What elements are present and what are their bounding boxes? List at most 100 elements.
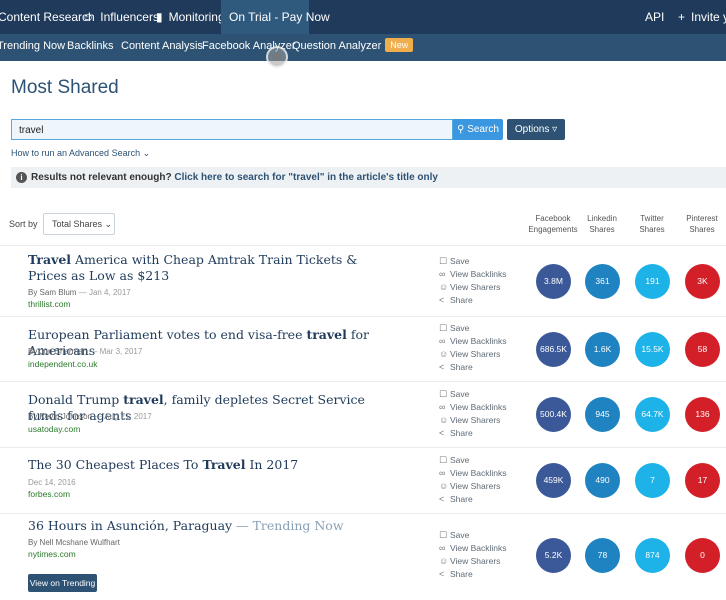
share-action[interactable]: < Share <box>439 294 507 307</box>
linkedin-shares-count[interactable]: 361 <box>585 264 620 299</box>
twitter-shares-count[interactable]: 191 <box>635 264 670 299</box>
view-backlinks-action[interactable]: ∞ View Backlinks <box>439 268 507 281</box>
linkedin-shares-count[interactable]: 490 <box>585 463 620 498</box>
nav-on-trial[interactable]: On Trial - Pay Now <box>221 0 330 34</box>
subnav-question-analyzer[interactable]: Question Analyzer New <box>292 34 414 61</box>
new-badge: New <box>385 38 414 52</box>
article-domain[interactable]: thrillist.com <box>28 299 71 309</box>
column-header-pinterest[interactable]: Pinterest Shares <box>677 213 726 235</box>
column-header-linkedin-line2: Shares <box>589 225 615 234</box>
share-action[interactable]: < Share <box>439 568 507 581</box>
article-byline: By Nell Mcshane Wulfhart <box>28 538 120 547</box>
nav-invite[interactable]: + Invite yo <box>678 0 726 34</box>
bookmark-icon: ☐ <box>439 455 448 465</box>
facebook-engagements-count[interactable]: 5.2K <box>536 538 571 573</box>
view-backlinks-action[interactable]: ∞ View Backlinks <box>439 335 507 348</box>
share-action[interactable]: < Share <box>439 361 507 374</box>
share-icon: < <box>439 362 445 372</box>
advanced-search-link[interactable]: How to run an Advanced Search ⌄ <box>11 148 150 159</box>
share-action[interactable]: < Share <box>439 493 507 506</box>
article-author[interactable]: By Nell Mcshane Wulfhart <box>28 538 120 547</box>
share-action[interactable]: < Share <box>439 427 507 440</box>
facebook-engagements-count[interactable]: 686.5K <box>536 332 571 367</box>
article-date: Mar 3, 2017 <box>99 347 143 356</box>
twitter-shares-count[interactable]: 64.7K <box>635 397 670 432</box>
options-button[interactable]: Options ▿ <box>507 119 565 140</box>
pinterest-shares-count[interactable]: 17 <box>685 463 720 498</box>
sort-value: Total Shares <box>52 219 103 229</box>
sort-select[interactable]: Total Shares ⌄ <box>43 213 115 235</box>
view-backlinks-action[interactable]: ∞ View Backlinks <box>439 542 507 555</box>
view-backlinks-action[interactable]: ∞ View Backlinks <box>439 467 507 480</box>
article-date: Dec 14, 2016 <box>28 478 76 487</box>
article-domain[interactable]: nytimes.com <box>28 549 76 559</box>
twitter-shares-count[interactable]: 15.5K <box>635 332 670 367</box>
article-author[interactable]: By Jon Sharman <box>28 347 87 356</box>
subnav-content-analysis-label: Content Analysis <box>121 40 203 52</box>
article-domain[interactable]: forbes.com <box>28 489 70 499</box>
view-sharers-action[interactable]: ☺ View Sharers <box>439 555 507 568</box>
article-domain[interactable]: usatoday.com <box>28 424 80 434</box>
users-icon: ☺ <box>439 282 449 292</box>
nav-monitoring[interactable]: ▮ Monitoring <box>156 0 225 34</box>
link-icon: ∞ <box>439 402 446 412</box>
article-author[interactable]: By Kevin Johnson <box>28 412 92 421</box>
article-byline: By Sam Blum — Jan 4, 2017 <box>28 288 131 297</box>
search-field[interactable] <box>11 119 453 140</box>
search-input[interactable] <box>12 121 452 140</box>
facebook-engagements-count[interactable]: 500.4K <box>536 397 571 432</box>
view-backlinks-action[interactable]: ∞ View Backlinks <box>439 401 507 414</box>
twitter-shares-count[interactable]: 7 <box>635 463 670 498</box>
facebook-engagements-count[interactable]: 3.8M <box>536 264 571 299</box>
page-title: Most Shared <box>11 77 119 98</box>
subnav-backlinks-label: Backlinks <box>67 40 114 52</box>
view-sharers-action[interactable]: ☺ View Sharers <box>439 348 507 361</box>
subnav-trending-now[interactable]: Trending Now <box>0 34 65 61</box>
users-icon: ☺ <box>439 349 449 359</box>
nav-api[interactable]: API <box>645 0 664 34</box>
column-header-linkedin[interactable]: Linkedin Shares <box>577 213 627 235</box>
pinterest-shares-count[interactable]: 136 <box>685 397 720 432</box>
trending-now-tag: — Trending Now <box>236 518 344 533</box>
share-icon: < <box>439 428 445 438</box>
article-title-link[interactable]: Travel America with Cheap Amtrak Train T… <box>28 252 398 284</box>
facebook-engagements-count[interactable]: 459K <box>536 463 571 498</box>
view-on-trending-button[interactable]: View on Trending <box>28 574 97 592</box>
nav-influencers[interactable]: ☺ Influencers <box>82 0 159 34</box>
nav-content-research[interactable]: Content Research <box>0 0 95 34</box>
article-actions: ☐ Save ∞ View Backlinks ☺ View Sharers < Sha… <box>439 255 507 307</box>
pinterest-shares-count[interactable]: 0 <box>685 538 720 573</box>
twitter-shares-count[interactable]: 874 <box>635 538 670 573</box>
article-row: 36 Hours in Asunción, Paraguay — Trendin… <box>0 513 726 600</box>
article-date: Jan 4, 2017 <box>88 288 131 297</box>
view-sharers-action[interactable]: ☺ View Sharers <box>439 480 507 493</box>
pinterest-shares-count[interactable]: 3K <box>685 264 720 299</box>
column-header-facebook[interactable]: Facebook Engagements <box>528 213 578 235</box>
subnav-content-analysis[interactable]: Content Analysis <box>121 34 203 61</box>
caret-down-icon: ▿ <box>549 124 558 135</box>
linkedin-shares-count[interactable]: 78 <box>585 538 620 573</box>
save-action[interactable]: ☐ Save <box>439 529 507 542</box>
save-action[interactable]: ☐ Save <box>439 388 507 401</box>
bookmark-icon: ☐ <box>439 323 448 333</box>
article-title-link[interactable]: 36 Hours in Asunción, Paraguay — Trendin… <box>28 518 398 534</box>
article-actions: ☐ Save ∞ View Backlinks ☺ View Sharers < Sha… <box>439 529 507 581</box>
linkedin-shares-count[interactable]: 1.6K <box>585 332 620 367</box>
share-icon: < <box>439 569 445 579</box>
search-button[interactable]: ⚲ Search <box>453 119 503 140</box>
linkedin-shares-count[interactable]: 945 <box>585 397 620 432</box>
article-actions: ☐ Save ∞ View Backlinks ☺ View Sharers < Sha… <box>439 322 507 374</box>
save-action[interactable]: ☐ Save <box>439 255 507 268</box>
save-action[interactable]: ☐ Save <box>439 454 507 467</box>
article-title-link[interactable]: The 30 Cheapest Places To Travel In 2017 <box>28 457 398 473</box>
save-action[interactable]: ☐ Save <box>439 322 507 335</box>
view-sharers-action[interactable]: ☺ View Sharers <box>439 281 507 294</box>
subnav-backlinks[interactable]: Backlinks <box>67 34 113 61</box>
nav-on-trial-label: On Trial - Pay Now <box>229 10 330 24</box>
column-header-twitter[interactable]: Twitter Shares <box>627 213 677 235</box>
pinterest-shares-count[interactable]: 58 <box>685 332 720 367</box>
article-author[interactable]: By Sam Blum <box>28 288 76 297</box>
view-sharers-action[interactable]: ☺ View Sharers <box>439 414 507 427</box>
title-only-search-link[interactable]: Click here to search for "travel" in the… <box>174 172 438 183</box>
article-domain[interactable]: independent.co.uk <box>28 359 97 369</box>
